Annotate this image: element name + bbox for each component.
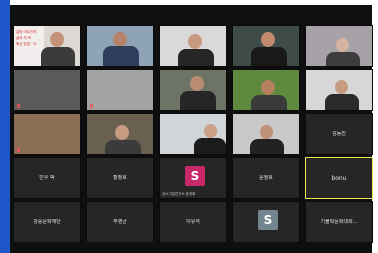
participant-head (188, 34, 202, 49)
participant-tile-13[interactable] (159, 113, 227, 155)
participant-name: 김동진 (332, 131, 346, 137)
participant-body (41, 47, 75, 66)
participant-tile-20-active-speaker[interactable]: bonu (305, 157, 373, 199)
participant-name: 윤정호 (259, 175, 273, 181)
participant-tile-25[interactable]: 기불락문화대회... (305, 201, 373, 243)
participant-body (251, 95, 287, 110)
participant-head (261, 32, 275, 47)
participant-tile-14[interactable] (232, 113, 300, 155)
participant-tile-6[interactable] (13, 69, 81, 111)
mic-muted-icon (17, 148, 20, 152)
participant-tile-9[interactable] (232, 69, 300, 111)
participant-tile-1[interactable]: 갈등 어르신의 삶의 의 조 확산 방법 · 다 (13, 25, 81, 67)
participant-head (50, 32, 64, 47)
top-edge (0, 0, 378, 5)
participant-tile-24[interactable]: S (232, 201, 300, 243)
participant-body (250, 139, 284, 154)
participant-head (335, 80, 348, 94)
participant-head (190, 76, 204, 91)
participant-tile-22[interactable]: 주영균 (86, 201, 154, 243)
poster-line: 갈등 어르신의 (16, 30, 37, 34)
participant-tile-4[interactable] (232, 25, 300, 67)
participant-tile-3[interactable] (159, 25, 227, 67)
mic-muted-icon (17, 104, 20, 108)
participant-tile-16[interactable]: 민우 박 (13, 157, 81, 199)
participant-body (105, 140, 141, 154)
participant-head (204, 124, 217, 138)
participant-body (251, 47, 287, 66)
participant-name: 강증문화재단 (33, 219, 61, 225)
participant-name: 주영균 (113, 219, 127, 225)
avatar: S (258, 210, 278, 230)
participant-name: 강소기업연구소 효과회 (162, 192, 196, 196)
participant-tile-10[interactable] (305, 69, 373, 111)
participant-tile-12[interactable] (86, 113, 154, 155)
participant-body (325, 94, 359, 110)
participant-tile-21[interactable]: 강증문화재단 (13, 201, 81, 243)
participant-head (336, 38, 349, 52)
participant-tile-19[interactable]: 윤정호 (232, 157, 300, 199)
participant-tile-11[interactable] (13, 113, 81, 155)
participant-head (113, 32, 127, 47)
participant-body (326, 52, 360, 66)
participant-head (261, 80, 275, 95)
poster-line: 확산 방법 · 다 (16, 42, 37, 46)
participant-head (260, 125, 273, 139)
participant-tile-15[interactable]: 김동진 (305, 113, 373, 155)
participant-name: bonu (331, 175, 347, 182)
participant-tile-18[interactable]: S 강소기업연구소 효과회 (159, 157, 227, 199)
participant-body (178, 49, 214, 66)
presentation-poster: 갈등 어르신의 삶의 의 조 확산 방법 · 다 (14, 26, 44, 66)
poster-line: 삶의 의 조 (16, 36, 32, 40)
mic-muted-icon (90, 104, 93, 108)
participant-tile-17[interactable]: 황정호 (86, 157, 154, 199)
participant-name: 기불락문화대회... (320, 219, 358, 225)
video-meeting-window: 갈등 어르신의 삶의 의 조 확산 방법 · 다 김동진 민우 박 황정호 S … (0, 0, 378, 253)
participant-head (115, 125, 129, 140)
participant-tile-23[interactable]: 이유석 (159, 201, 227, 243)
participant-tile-5[interactable] (305, 25, 373, 67)
participant-tile-2[interactable] (86, 25, 154, 67)
participant-tile-7[interactable] (86, 69, 154, 111)
participant-name: 민우 박 (39, 175, 55, 181)
left-edge-bar (0, 0, 10, 253)
participant-body (194, 138, 226, 154)
participant-body (103, 46, 139, 66)
avatar: S (185, 166, 205, 186)
participant-name: 황정호 (113, 175, 127, 181)
participant-tile-8[interactable] (159, 69, 227, 111)
participant-name: 이유석 (186, 219, 200, 225)
participant-body (180, 91, 216, 110)
